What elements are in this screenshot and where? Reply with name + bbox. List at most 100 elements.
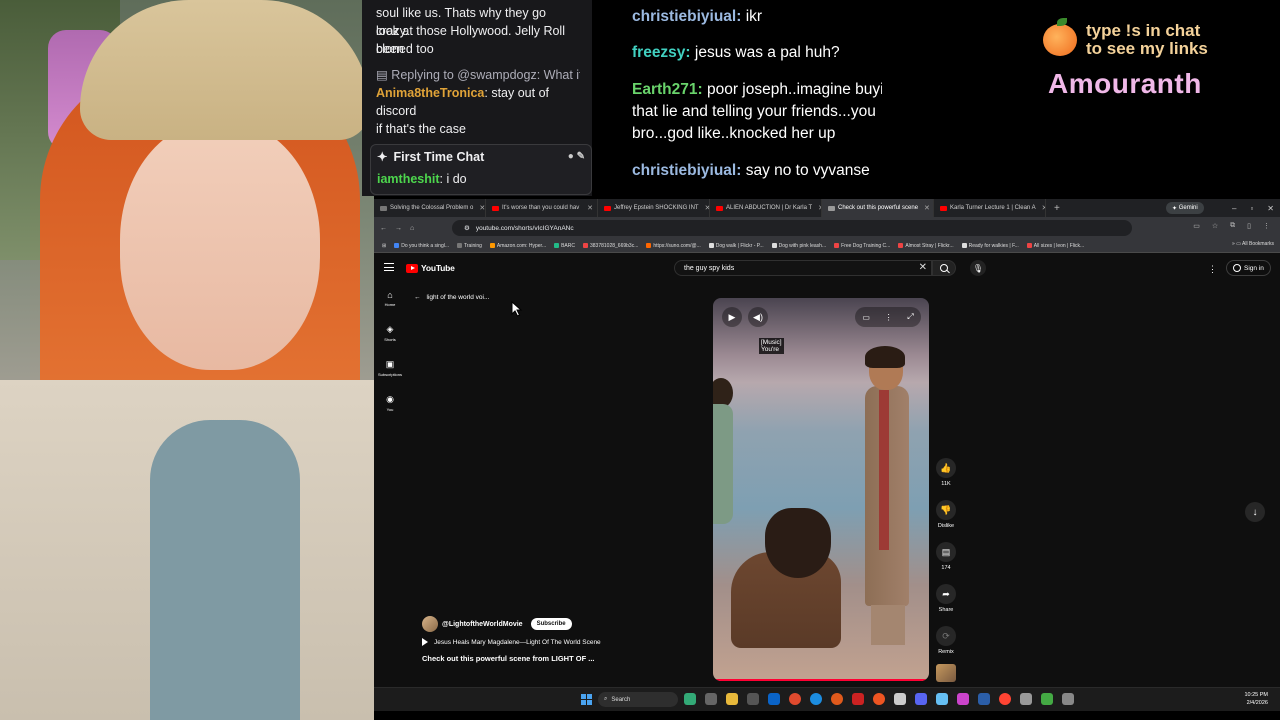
arrow-down-icon[interactable]: ↓	[1245, 502, 1265, 522]
search-input[interactable]: the guy spy kids ✕	[674, 260, 932, 276]
chat-username[interactable]: iamtheshit	[377, 172, 440, 186]
comments-button[interactable]: ▤ 174	[933, 542, 959, 584]
new-tab-icon[interactable]: +	[1046, 203, 1068, 214]
sign-in-button[interactable]: Sign in	[1226, 260, 1271, 276]
hamburger-icon[interactable]	[384, 263, 394, 271]
all-bookmarks[interactable]: » ▭ All Bookmarks	[1232, 241, 1274, 247]
taskbar-app-icon[interactable]	[684, 693, 696, 705]
taskbar-app-icon[interactable]	[1020, 693, 1032, 705]
star-icon[interactable]: ☆	[1212, 222, 1218, 230]
edge-icon[interactable]	[810, 693, 822, 705]
taskbar-app-icon[interactable]	[1041, 693, 1053, 705]
system-clock[interactable]: 10:25 PM 2/4/2026	[1244, 691, 1268, 707]
close-icon[interactable]: ✕	[921, 204, 930, 212]
video-description[interactable]: Check out this powerful scene from LIGHT…	[422, 654, 652, 663]
discord-icon[interactable]	[915, 693, 927, 705]
apps-icon[interactable]: ⊞	[378, 243, 390, 249]
more-options-icon[interactable]: ⋮	[885, 313, 893, 322]
sidebar-item-subscriptions[interactable]: ▣ Subscriptions	[374, 359, 406, 394]
taskbar-search[interactable]: ⌕ Search	[598, 692, 678, 707]
close-icon[interactable]: ✕	[815, 204, 821, 212]
close-icon[interactable]: ✕	[476, 204, 485, 212]
bookmark[interactable]: Free Dog Training C...	[830, 243, 894, 249]
browser-tab-active[interactable]: Check out this powerful scene ✕	[822, 199, 934, 217]
sidebar-item-shorts[interactable]: ◈ Shorts	[374, 324, 406, 359]
taskbar-app-icon[interactable]	[831, 693, 843, 705]
volume-icon[interactable]: ◀)	[748, 307, 768, 327]
url-bar[interactable]: ⚙ youtube.com/shorts/vIcIGYAnANc	[452, 220, 1132, 236]
chrome-icon[interactable]	[789, 693, 801, 705]
browser-tab[interactable]: ALIEN ABDUCTION | Dr Karla T✕	[710, 199, 822, 217]
bookmark[interactable]: Ready for walkies | F...	[958, 243, 1023, 249]
close-icon[interactable]: ✕	[702, 204, 709, 212]
settings-menu-icon[interactable]: ⋮	[1208, 264, 1217, 275]
bookmark[interactable]: 383781028_669b3c...	[579, 243, 642, 249]
sidebar-item-home[interactable]: ⌂ Home	[374, 289, 406, 324]
bookmark[interactable]: Dog with pink leash...	[768, 243, 831, 249]
search-icon[interactable]	[932, 260, 956, 276]
progress-bar[interactable]	[713, 679, 929, 681]
dislike-button[interactable]: 👎 Dislike	[933, 500, 959, 542]
bookmark[interactable]: BARC	[550, 243, 579, 249]
install-icon[interactable]: ▭	[1193, 222, 1200, 230]
thumbs-down-icon: 👎	[936, 500, 956, 520]
close-icon[interactable]: ✕	[584, 204, 593, 212]
minimize-icon[interactable]: –	[1232, 204, 1236, 213]
steam-icon[interactable]	[936, 693, 948, 705]
channel-avatar[interactable]	[422, 616, 438, 632]
taskbar-app-icon[interactable]	[705, 693, 717, 705]
subscribe-button[interactable]: Subscribe	[530, 618, 572, 630]
browser-tab[interactable]: Solving the Colossal Problem o ✕	[374, 199, 486, 217]
sidepanel-icon[interactable]: ▯	[1247, 222, 1251, 230]
folder-icon[interactable]	[726, 693, 738, 705]
close-icon[interactable]: ✕	[1039, 204, 1045, 212]
browser-tab[interactable]: Jeffrey Epstein SHOCKING INT ✕	[598, 199, 710, 217]
share-button[interactable]: ➦ Share	[933, 584, 959, 626]
channel-name[interactable]: @LightoftheWorldMovie	[442, 621, 523, 628]
bookmark[interactable]: All sizes | leon | Flick...	[1023, 243, 1088, 249]
bookmark[interactable]: Almost Stray | Flickr...	[894, 243, 957, 249]
taskbar-app-icon[interactable]	[894, 693, 906, 705]
taskbar-app-icon[interactable]	[978, 693, 990, 705]
remix-button[interactable]: ⟳ Remix	[933, 626, 959, 668]
shorts-icon: ◈	[386, 324, 394, 334]
taskbar-app-icon[interactable]	[768, 693, 780, 705]
settings-icon[interactable]	[1062, 693, 1074, 705]
close-window-icon[interactable]: ✕	[1267, 204, 1274, 213]
taskbar-app-icon[interactable]	[999, 693, 1011, 705]
taskbar-app-icon[interactable]	[852, 693, 864, 705]
windows-start-icon[interactable]	[581, 694, 592, 705]
site-info-icon[interactable]: ⚙	[464, 224, 470, 232]
clear-search-icon[interactable]: ✕	[919, 262, 927, 273]
forward-icon[interactable]: →	[395, 225, 402, 232]
captions-icon[interactable]: ▭	[862, 313, 870, 322]
sound-link[interactable]: Jesus Heals Mary Magdalene—Light Of The …	[422, 638, 652, 646]
gemini-button[interactable]: ✦ Gemini	[1166, 202, 1204, 214]
extensions-icon[interactable]: ⧉	[1230, 222, 1235, 230]
bookmark[interactable]: Dog walk | Flickr - P...	[705, 243, 768, 249]
microphone-icon[interactable]: 🎙	[970, 260, 986, 276]
back-to-source[interactable]: ← light of the world voi...	[414, 294, 489, 301]
browser-tab[interactable]: Karla Turner Lecture 1 | Clean A✕	[934, 199, 1046, 217]
menu-icon[interactable]: ⋮	[1263, 222, 1270, 230]
browser-tab[interactable]: It's worse than you could hav ✕	[486, 199, 598, 217]
like-button[interactable]: 👍 11K	[933, 458, 959, 500]
shorts-player[interactable]: ▶ ◀) ▭ ⋮ ⤢ [Music] You're	[713, 298, 929, 681]
maximize-icon[interactable]: ▫	[1250, 204, 1253, 213]
reload-icon[interactable]: ⌂	[410, 225, 414, 232]
sidebar-item-you[interactable]: ◉ You	[374, 394, 406, 429]
taskbar-app-icon[interactable]	[957, 693, 969, 705]
bookmark[interactable]: https://suno.com/@...	[642, 243, 704, 249]
fullscreen-icon[interactable]: ⤢	[907, 312, 913, 322]
pencil-icon[interactable]: ● ✎	[568, 148, 585, 166]
back-icon[interactable]: ←	[380, 225, 387, 232]
bookmark[interactable]: Do you think a singl...	[390, 243, 453, 249]
firefox-icon[interactable]	[873, 693, 885, 705]
audio-thumbnail[interactable]	[936, 664, 956, 682]
play-icon[interactable]: ▶	[722, 307, 742, 327]
bookmark[interactable]: Training	[453, 243, 486, 249]
chat-username[interactable]: Anima8theTronica	[376, 86, 484, 100]
bookmark[interactable]: Amazon.com: Hyper...	[486, 243, 550, 249]
taskbar-app-icon[interactable]	[747, 693, 759, 705]
youtube-logo[interactable]: YouTube	[406, 263, 455, 273]
